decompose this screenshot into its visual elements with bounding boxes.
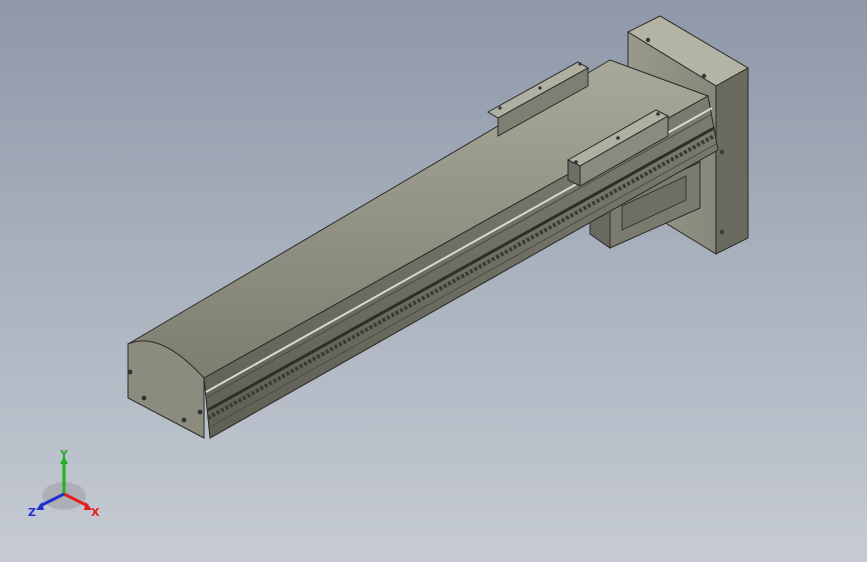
end-cap-bolt-hole <box>141 395 147 401</box>
linear-actuator-model[interactable] <box>0 0 867 562</box>
plate-bolt-hole <box>701 73 707 79</box>
end-cap-bolt-hole <box>197 409 203 415</box>
carriage-bolt-hole <box>616 136 620 140</box>
end-cap-bolt-hole <box>127 369 133 375</box>
cad-viewport[interactable]: Y X Z <box>0 0 867 562</box>
axis-triad[interactable]: Y X Z <box>24 448 108 528</box>
plate-bolt-hole <box>645 37 651 43</box>
z-axis-label: Z <box>28 506 36 519</box>
y-axis-label: Y <box>59 448 69 461</box>
carriage-bolt-hole <box>574 160 578 164</box>
x-axis-label: X <box>91 506 100 519</box>
end-cap-bolt-hole <box>181 417 187 423</box>
plate-bolt-hole <box>719 149 725 155</box>
bar-bolt-hole <box>538 86 542 90</box>
plate-bolt-hole <box>719 229 725 235</box>
carriage-bolt-hole <box>656 112 660 116</box>
bar-bolt-hole <box>578 62 582 66</box>
bar-bolt-hole <box>498 106 502 110</box>
actuator-body <box>126 59 719 439</box>
